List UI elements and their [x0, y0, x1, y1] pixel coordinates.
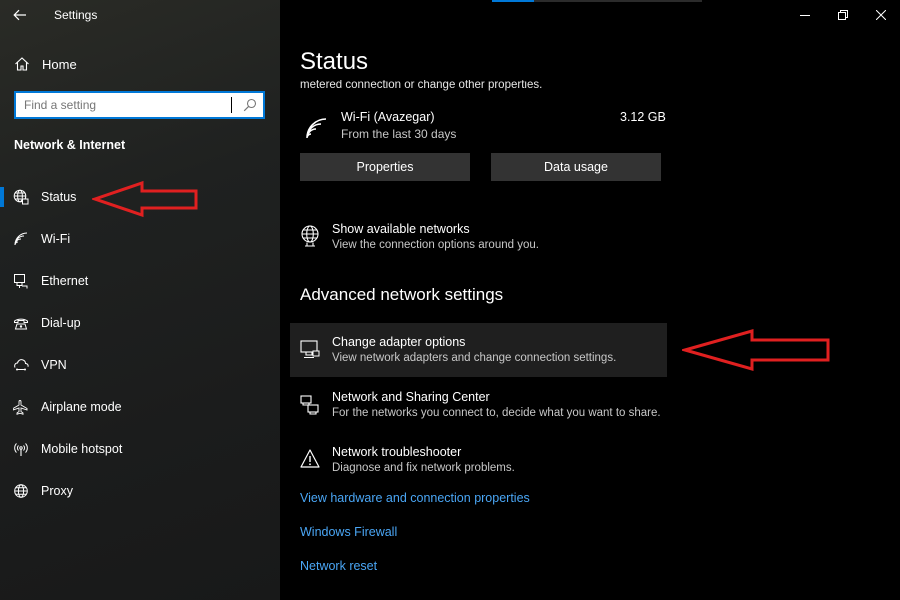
nav-list: Status Wi-Fi Ethernet Dial-up VPN Airpla…	[0, 176, 280, 512]
option-description: Diagnose and fix network problems.	[332, 462, 515, 474]
close-button[interactable]	[862, 0, 900, 30]
search-box[interactable]	[14, 91, 265, 119]
option-title: Network troubleshooter	[332, 445, 462, 459]
minimize-icon	[800, 15, 810, 16]
window-controls	[786, 0, 900, 30]
sidebar-item-label: VPN	[41, 358, 67, 372]
scroll-thumb[interactable]	[492, 0, 534, 2]
hotspot-icon	[14, 443, 28, 456]
vpn-icon	[14, 359, 29, 371]
show-networks-option[interactable]: Show available networks View the connect…	[290, 210, 667, 264]
option-title: Show available networks	[332, 222, 470, 236]
network-reset-link[interactable]: Network reset	[300, 559, 377, 573]
globe-network-icon	[301, 225, 319, 247]
sidebar-item-proxy[interactable]: Proxy	[0, 470, 280, 512]
sidebar-item-label: Wi-Fi	[41, 232, 71, 246]
network-name: Wi-Fi (Avazegar)	[341, 110, 435, 124]
restore-icon	[838, 10, 848, 20]
advanced-settings-header: Advanced network settings	[300, 285, 504, 304]
section-label: Network & Internet	[14, 138, 126, 152]
sidebar-item-label: Mobile hotspot	[41, 442, 123, 456]
sidebar-item-label: Dial-up	[41, 316, 81, 330]
sidebar: Settings Home Network & Internet Status	[0, 0, 280, 600]
option-description: For the networks you connect to, decide …	[332, 407, 661, 419]
titlebar: Settings	[0, 0, 280, 30]
data-usage-button[interactable]: Data usage	[491, 153, 661, 181]
dialup-icon	[14, 318, 28, 330]
network-sharing-icon	[300, 395, 319, 415]
nav-home[interactable]: Home	[0, 48, 280, 80]
search-icon[interactable]	[243, 98, 257, 112]
monitor-icon	[300, 340, 320, 359]
home-label: Home	[42, 56, 77, 72]
restore-button[interactable]	[824, 0, 862, 30]
ethernet-icon	[14, 274, 28, 289]
back-arrow-icon	[13, 9, 26, 21]
partial-description: metered connection or change other prope…	[300, 80, 543, 91]
annotation-arrow-icon	[682, 329, 830, 371]
page-title: Status	[300, 48, 369, 75]
option-title: Change adapter options	[332, 335, 466, 349]
option-description: View the connection options around you.	[332, 239, 539, 251]
wifi-icon	[14, 232, 28, 246]
sidebar-item-hotspot[interactable]: Mobile hotspot	[0, 428, 280, 470]
sidebar-item-label: Proxy	[41, 484, 73, 498]
sidebar-item-wifi[interactable]: Wi-Fi	[0, 218, 280, 260]
sidebar-item-label: Status	[41, 190, 77, 204]
change-adapter-option[interactable]: Change adapter options View network adap…	[290, 323, 667, 377]
globe-icon	[14, 484, 28, 498]
network-sharing-center-option[interactable]: Network and Sharing Center For the netwo…	[290, 378, 667, 432]
globe-status-icon	[13, 189, 29, 205]
sidebar-item-label: Airplane mode	[41, 400, 122, 414]
airplane-icon	[13, 400, 28, 415]
option-description: View network adapters and change connect…	[332, 352, 617, 364]
sidebar-item-label: Ethernet	[41, 274, 89, 288]
top-scrollbar[interactable]	[492, 0, 702, 2]
main-content: Status metered connection or change othe…	[280, 0, 900, 600]
sidebar-item-vpn[interactable]: VPN	[0, 344, 280, 386]
network-troubleshooter-option[interactable]: Network troubleshooter Diagnose and fix …	[290, 433, 667, 487]
warning-icon	[300, 449, 320, 468]
sidebar-item-airplane[interactable]: Airplane mode	[0, 386, 280, 428]
search-input[interactable]	[16, 98, 226, 112]
back-button[interactable]	[0, 0, 40, 30]
wifi-signal-icon	[306, 118, 327, 139]
minimize-button[interactable]	[786, 0, 824, 30]
network-usage: 3.12 GB	[620, 110, 666, 124]
sidebar-item-dialup[interactable]: Dial-up	[0, 302, 280, 344]
windows-firewall-link[interactable]: Windows Firewall	[300, 525, 397, 539]
network-period: From the last 30 days	[341, 127, 457, 141]
properties-button[interactable]: Properties	[300, 153, 470, 181]
view-hardware-link[interactable]: View hardware and connection properties	[300, 491, 530, 505]
app-title: Settings	[54, 8, 98, 22]
annotation-arrow-icon	[92, 180, 198, 218]
option-title: Network and Sharing Center	[332, 390, 490, 404]
sidebar-item-ethernet[interactable]: Ethernet	[0, 260, 280, 302]
close-icon	[876, 10, 886, 20]
text-caret	[231, 97, 232, 113]
home-icon	[15, 57, 29, 71]
